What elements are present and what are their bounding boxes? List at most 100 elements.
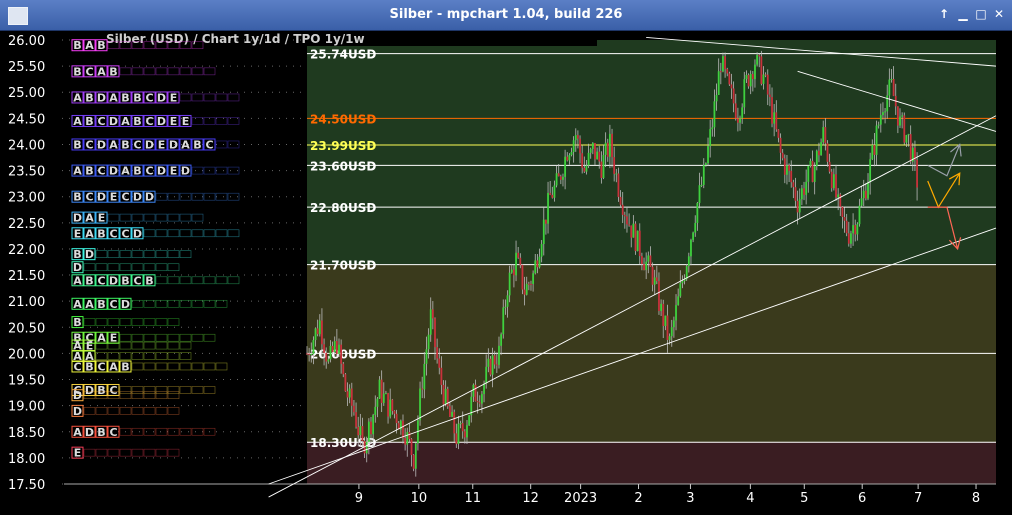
candle-body — [760, 56, 763, 84]
candle-body — [355, 412, 357, 427]
tpo-letter: A — [85, 39, 94, 52]
candle-body — [453, 411, 456, 434]
x-tick-label: 2 — [634, 491, 642, 506]
candle-body — [489, 358, 492, 375]
candle-body — [745, 74, 748, 80]
candle-body — [786, 165, 788, 175]
tpo-letter: E — [182, 115, 190, 128]
y-tick-label: 24.00 — [8, 138, 45, 153]
tpo-letter: A — [73, 91, 82, 104]
candle-body — [338, 344, 340, 354]
x-tick-label: 3 — [686, 491, 694, 506]
candle-body — [551, 194, 554, 198]
candle-body — [344, 374, 347, 392]
tpo-letter: A — [109, 360, 118, 373]
candle-body — [404, 438, 407, 445]
candle-body — [773, 112, 776, 124]
tpo-letter: B — [121, 274, 129, 287]
y-tick-label: 19.00 — [8, 400, 45, 415]
candle-body — [613, 157, 616, 174]
candle-body — [434, 318, 436, 348]
tpo-letter: A — [85, 227, 94, 240]
candle-body — [643, 264, 645, 271]
tpo-letter: C — [121, 191, 129, 204]
candle-body — [372, 415, 375, 435]
tpo-letter: D — [85, 248, 94, 261]
candle-body — [636, 230, 639, 252]
candle-body — [312, 340, 315, 354]
candle-body — [587, 152, 590, 166]
candle-body — [862, 190, 865, 199]
candle-body — [736, 118, 739, 123]
candle-body — [634, 223, 637, 252]
candle-body — [342, 363, 345, 375]
candle-body — [389, 399, 392, 417]
candle-body — [632, 223, 635, 238]
y-tick-label: 22.00 — [8, 243, 45, 258]
candle-body — [621, 204, 624, 215]
candle-body — [837, 194, 840, 198]
y-tick-label: 23.00 — [8, 191, 45, 206]
tpo-letter: A — [73, 298, 82, 311]
tpo-letter: D — [169, 138, 178, 151]
candle-body — [325, 352, 328, 362]
candle-body — [696, 202, 699, 223]
candle-body — [598, 151, 601, 162]
candle-body — [677, 296, 680, 306]
candle-body — [626, 216, 628, 225]
y-tick-label: 18.50 — [8, 426, 45, 441]
candle-body — [444, 388, 447, 405]
candle-body — [564, 156, 567, 177]
candle-body — [472, 384, 475, 397]
tpo-letter: B — [133, 165, 141, 178]
candle-body — [378, 379, 381, 399]
candle-body — [506, 295, 509, 307]
candle-body — [700, 184, 703, 186]
candle-body — [459, 423, 462, 425]
candle-body — [788, 165, 790, 171]
tpo-letter: B — [109, 65, 117, 78]
candle-body — [875, 125, 878, 155]
candle-body — [346, 391, 349, 398]
candle-body — [562, 176, 564, 180]
candle-body — [525, 283, 528, 295]
tpo-letter: D — [109, 165, 118, 178]
candle-body — [419, 388, 421, 421]
candle-body — [768, 94, 771, 98]
candle-body — [487, 358, 490, 367]
candle-body — [361, 426, 364, 441]
candle-body — [826, 143, 829, 162]
level-label: 23.60USD — [310, 159, 376, 173]
candle-body — [321, 320, 323, 345]
tpo-letter: B — [85, 360, 93, 373]
candle-body — [630, 225, 633, 238]
candle-body — [540, 244, 543, 257]
y-tick-label: 20.50 — [8, 321, 45, 336]
candle-body — [408, 432, 411, 440]
candle-body — [694, 222, 697, 233]
candle-body — [421, 388, 424, 390]
candle-body — [687, 256, 690, 267]
candle-body — [440, 367, 443, 385]
price-chart[interactable]: 26.00 25.50 25.00 24.50 24.00 23.50 23.00 22.50… — [0, 0, 1012, 515]
candle-body — [331, 345, 334, 353]
candle-body — [455, 433, 458, 444]
candle-body — [335, 341, 338, 354]
candle-body — [715, 94, 718, 102]
candle-body — [628, 224, 631, 226]
candle-body — [651, 266, 654, 285]
tpo-letter: D — [109, 274, 118, 287]
candle-body — [553, 185, 556, 198]
candle-body — [800, 188, 803, 200]
candle-body — [589, 148, 592, 153]
candle-body — [318, 320, 321, 335]
tpo-letter: A — [109, 138, 118, 151]
candle-body — [451, 411, 453, 417]
tpo-letter: B — [97, 426, 105, 439]
candle-body — [645, 261, 648, 271]
tpo-letter: D — [73, 261, 82, 274]
tpo-letter: D — [145, 138, 154, 151]
candle-body — [515, 252, 517, 276]
candle-body — [771, 97, 773, 124]
x-tick-label: 8 — [972, 491, 980, 506]
